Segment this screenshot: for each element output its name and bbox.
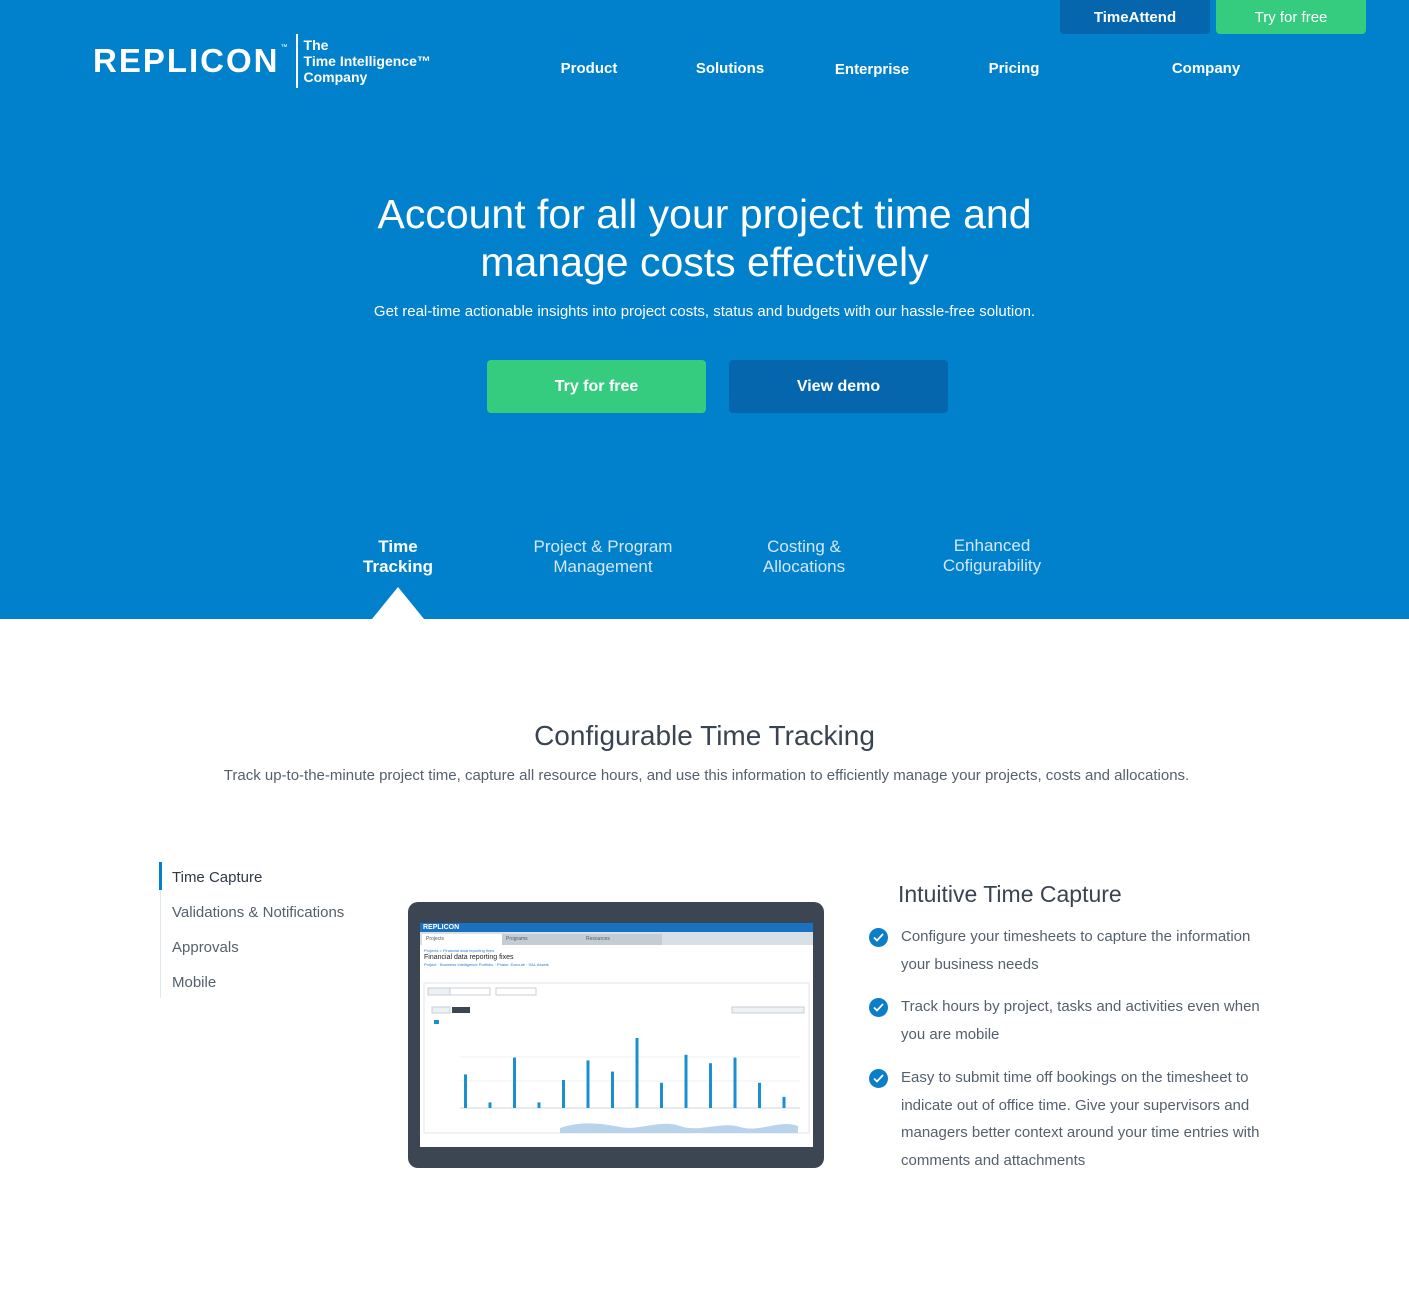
screenshot-bar — [537, 1102, 541, 1108]
hero-title-line: Account for all your project time and — [377, 191, 1032, 237]
side-item-approvals[interactable]: Approvals — [161, 932, 344, 967]
feature-bullet: Track hours by project, tasks and activi… — [869, 998, 1279, 1048]
tab-label-line: Enhanced — [953, 536, 1031, 555]
tab-costing-allocations[interactable]: Costing & Allocations — [763, 537, 845, 577]
tab-label-line: Cofigurability — [942, 556, 1042, 575]
logo-tagline-line: The — [303, 37, 329, 53]
nav-company[interactable]: Company — [1172, 60, 1240, 77]
nav-pricing[interactable]: Pricing — [989, 60, 1040, 77]
feature-bullet-text: Track hours by project, tasks and activi… — [901, 998, 1260, 1043]
screenshot-bar — [635, 1038, 639, 1108]
product-screenshot-device: REPLICON Projects Programs Resources Pro… — [408, 902, 824, 1168]
screenshot-bar — [611, 1071, 614, 1108]
screenshot-bar — [513, 1057, 516, 1108]
screenshot-subtab — [449, 987, 491, 996]
screenshot-bar — [709, 1063, 712, 1108]
tab-time-tracking[interactable]: Time Tracking — [363, 537, 433, 577]
logo-tagline-line: Company — [303, 69, 368, 85]
tab-label-line: Costing & — [767, 537, 841, 556]
screenshot-bar — [586, 1060, 590, 1108]
side-item-mobile[interactable]: Mobile — [161, 967, 344, 1002]
nav-product[interactable]: Product — [561, 60, 618, 77]
logo-wordmark: REPLICON — [93, 42, 280, 79]
screenshot-bar — [733, 1057, 737, 1108]
screenshot-subtab — [427, 987, 451, 996]
screenshot-chart — [423, 982, 810, 1134]
screenshot-topbar: REPLICON — [420, 923, 813, 932]
screenshot-toolbar-button — [452, 1007, 470, 1013]
feature-title: Intuitive Time Capture — [898, 881, 1122, 907]
screenshot-chart-frame — [423, 982, 810, 1134]
tab-label-line: Tracking — [363, 557, 433, 576]
check-icon — [869, 998, 888, 1017]
feature-bullet: Easy to submit time off bookings on the … — [869, 1069, 1279, 1174]
timeattend-button[interactable]: TimeAttend — [1060, 0, 1210, 34]
tab-label-line: Time — [378, 537, 418, 556]
screenshot-project-meta: Project · Business Intelligence Portfoli… — [424, 962, 549, 967]
screenshot-range-selector — [731, 1006, 805, 1014]
screenshot-legend-swatch — [434, 1020, 439, 1024]
screenshot-bar — [758, 1082, 761, 1108]
logo-tagline: The Time Intelligence™ Company — [304, 37, 431, 85]
feature-bullet-text: Configure your timesheets to capture the… — [901, 928, 1251, 973]
hero-section: TimeAttend Try for free REPLICON ™ The T… — [0, 0, 1409, 619]
screenshot-breadcrumb: Projects > Financial data reporting fixe… — [424, 948, 495, 953]
feature-side-menu: Time Capture Validations & Notifications… — [159, 862, 344, 998]
nav-enterprise[interactable]: Enterprise — [835, 61, 909, 78]
view-demo-button[interactable]: View demo — [729, 360, 948, 413]
check-icon — [869, 1069, 888, 1088]
side-item-validations-notifications[interactable]: Validations & Notifications — [161, 897, 344, 932]
screenshot-tab: Projects — [422, 934, 502, 945]
logo-divider — [295, 34, 298, 88]
screenshot-subtab — [495, 987, 537, 996]
section-title: Configurable Time Tracking — [534, 720, 875, 751]
product-screenshot: REPLICON Projects Programs Resources Pro… — [420, 923, 813, 1147]
logo-trademark: ™ — [280, 44, 288, 51]
logo-tagline-line: Time Intelligence™ — [303, 53, 431, 69]
screenshot-tab: Programs — [502, 934, 582, 945]
replicon-logo[interactable]: REPLICON ™ The Time Intelligence™ Compan… — [93, 34, 431, 88]
screenshot-bar — [684, 1054, 688, 1108]
try-free-button[interactable]: Try for free — [487, 360, 706, 413]
section-subtitle: Track up-to-the-minute project time, cap… — [223, 767, 1190, 784]
screenshot-tabs: Projects Programs Resources — [420, 932, 813, 945]
hero-subtitle: Get real-time actionable insights into p… — [373, 303, 1036, 320]
screenshot-toolbar-button — [431, 1006, 451, 1014]
hero-title-line: manage costs effectively — [480, 239, 929, 285]
top-try-free-button[interactable]: Try for free — [1216, 0, 1366, 34]
tab-label-line: Project & Program — [533, 537, 673, 556]
nav-solutions[interactable]: Solutions — [696, 60, 764, 77]
screenshot-tab: Resources — [582, 934, 662, 945]
tab-project-program-management[interactable]: Project & Program Management — [534, 537, 673, 577]
screenshot-bar — [782, 1096, 786, 1108]
tab-label-line: Allocations — [762, 557, 846, 576]
screenshot-bar — [660, 1082, 663, 1108]
screenshot-bar — [562, 1080, 565, 1108]
tab-enhanced-configurability[interactable]: Enhanced Cofigurability — [943, 536, 1041, 576]
screenshot-bar — [464, 1074, 467, 1108]
tab-label-line: Management — [553, 557, 653, 576]
feature-bullet: Configure your timesheets to capture the… — [869, 928, 1279, 978]
side-item-time-capture[interactable]: Time Capture — [159, 862, 344, 890]
screenshot-bar — [488, 1102, 492, 1108]
feature-bullet-text: Easy to submit time off bookings on the … — [901, 1069, 1260, 1169]
hero-title: Account for all your project time and ma… — [0, 190, 1409, 286]
screenshot-project-title: Financial data reporting fixes — [424, 954, 514, 961]
check-icon — [869, 928, 888, 947]
active-tab-indicator — [372, 587, 424, 619]
